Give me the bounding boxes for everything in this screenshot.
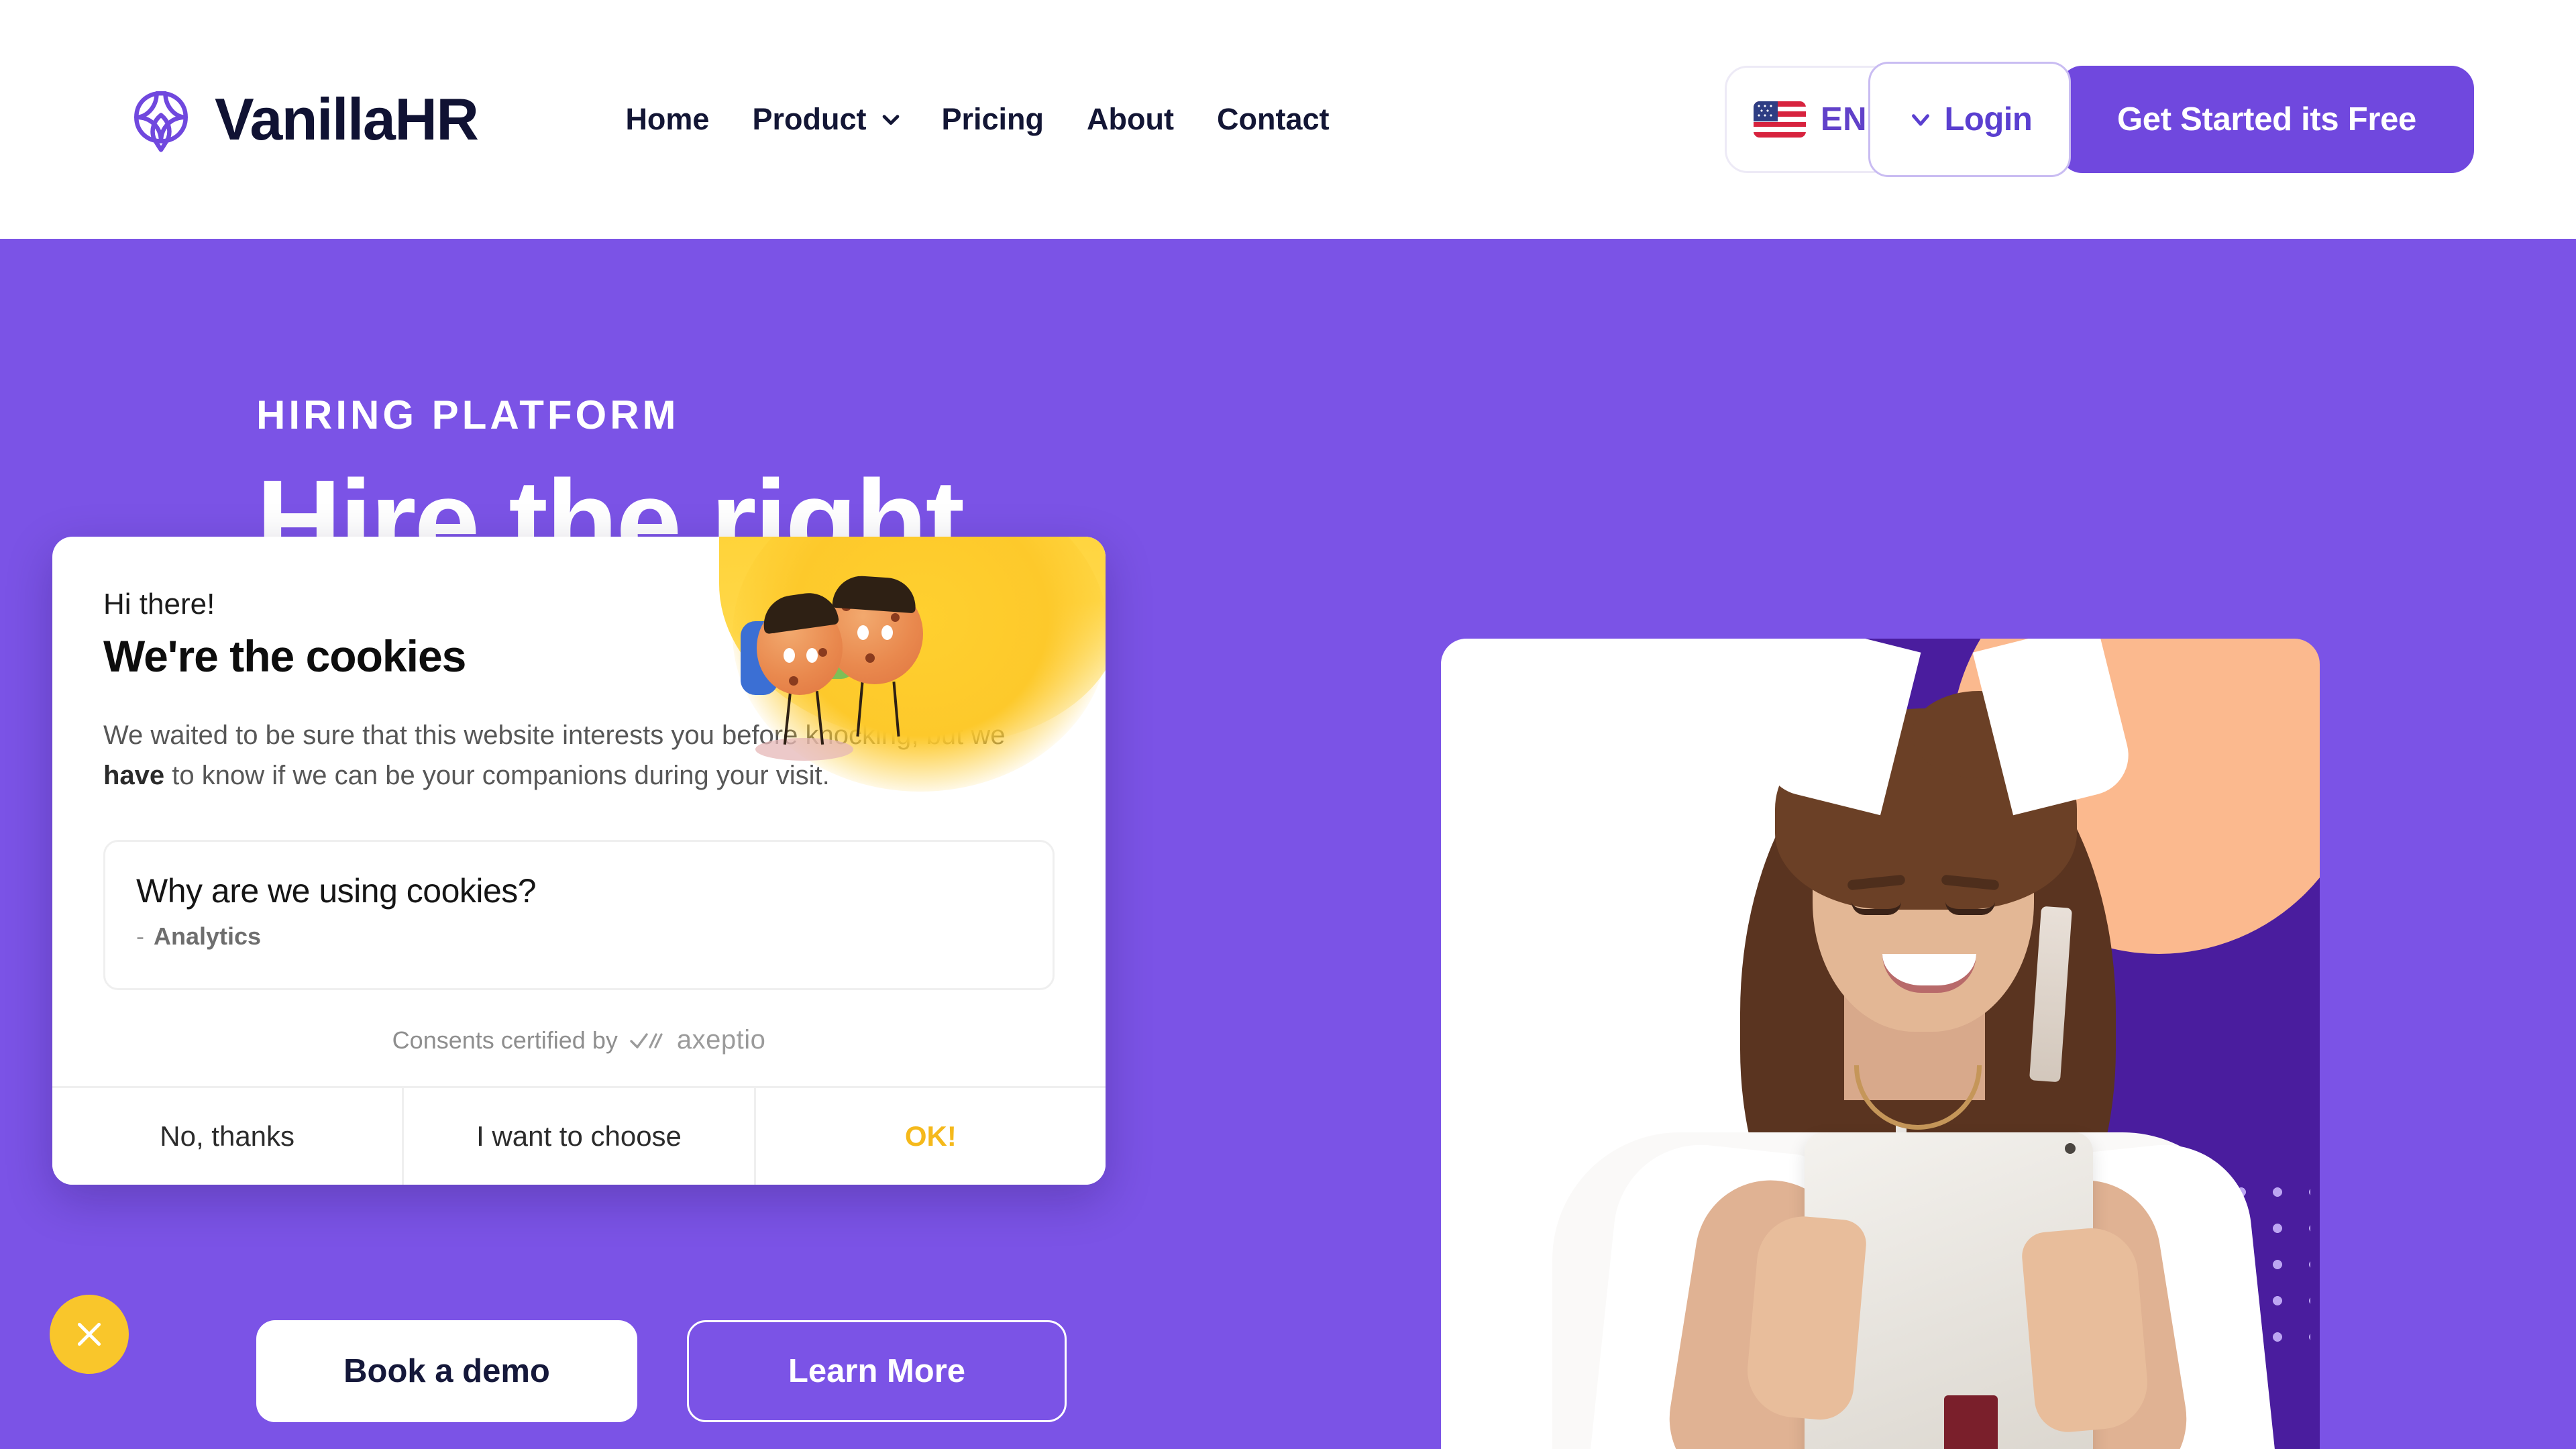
cookie-accordion-item: - Analytics — [136, 922, 1022, 951]
list-dash: - — [136, 922, 144, 950]
nav-item-pricing[interactable]: Pricing — [920, 102, 1065, 137]
nav-item-product[interactable]: Product — [731, 102, 920, 137]
cookie-accept-button[interactable]: OK! — [753, 1088, 1106, 1185]
cookie-body-part1: We waited to be sure that this website i… — [103, 720, 1006, 750]
book-a-demo-button[interactable]: Book a demo — [256, 1320, 637, 1422]
cookie-accordion-item-label: Analytics — [154, 922, 262, 950]
cookie-body-text: We waited to be sure that this website i… — [103, 715, 1009, 796]
site-header: VanillaHR Home Product Pricing About Con… — [0, 0, 2576, 239]
nav-item-label: Contact — [1216, 102, 1330, 136]
nav-item-label: Pricing — [941, 102, 1044, 136]
us-flag-icon — [1753, 101, 1806, 138]
header-inner: VanillaHR Home Product Pricing About Con… — [0, 0, 2576, 239]
cookie-action-buttons: No, thanks I want to choose OK! — [52, 1086, 1106, 1185]
cookie-purpose-accordion[interactable]: Why are we using cookies? - Analytics — [103, 840, 1055, 990]
learn-more-button[interactable]: Learn More — [687, 1320, 1067, 1422]
axeptio-check-icon — [630, 1032, 663, 1049]
vanillahr-flower-logo-icon — [134, 91, 188, 152]
chevron-down-icon — [883, 115, 900, 125]
nav-item-label: Home — [625, 102, 710, 136]
brand-name: VanillaHR — [215, 86, 479, 152]
cookie-title: We're the cookies — [103, 631, 466, 681]
nav-item-contact[interactable]: Contact — [1195, 102, 1351, 137]
login-label: Login — [1944, 101, 2033, 138]
cookie-body-part2: to know if we can be your companions dur… — [164, 761, 830, 790]
axeptio-brand-name: axeptio — [676, 1025, 766, 1055]
hero-eyebrow: HIRING PLATFORM — [256, 392, 680, 437]
hero-image-card — [1441, 639, 2320, 1449]
cookie-body-bold: have — [103, 761, 165, 790]
woman-holding-tablet-photo — [1539, 639, 2320, 1449]
cookie-consent-banner: Hi there! We're the cookies We waited to… — [52, 537, 1106, 1185]
nav-item-label: Product — [752, 102, 867, 136]
get-started-button[interactable]: Get Started its Free — [2059, 66, 2474, 173]
main-navigation: Home Product Pricing About Contact — [604, 102, 1350, 137]
nav-item-about[interactable]: About — [1065, 102, 1195, 137]
certified-text: Consents certified by — [392, 1026, 618, 1054]
header-actions: EN Login Get Started its Free — [1724, 62, 2474, 177]
language-code: EN — [1820, 101, 1867, 138]
close-x-icon — [77, 1322, 101, 1346]
nav-item-label: About — [1087, 102, 1174, 136]
login-button[interactable]: Login — [1868, 62, 2071, 177]
cookie-decline-button[interactable]: No, thanks — [52, 1088, 402, 1185]
brand-logo[interactable]: VanillaHR — [125, 83, 479, 156]
chevron-down-icon — [1912, 114, 1930, 126]
cookie-customize-button[interactable]: I want to choose — [402, 1088, 754, 1185]
nav-item-home[interactable]: Home — [604, 102, 731, 137]
hero-actions: Book a demo Learn More — [256, 1320, 1067, 1422]
cookie-widget-close-button[interactable] — [50, 1295, 129, 1374]
axeptio-certification: Consents certified by axeptio — [52, 990, 1106, 1086]
cookie-banner-top: Hi there! We're the cookies We waited to… — [52, 537, 1106, 813]
cookie-greeting: Hi there! — [103, 588, 215, 621]
cookie-accordion-title: Why are we using cookies? — [136, 872, 537, 910]
